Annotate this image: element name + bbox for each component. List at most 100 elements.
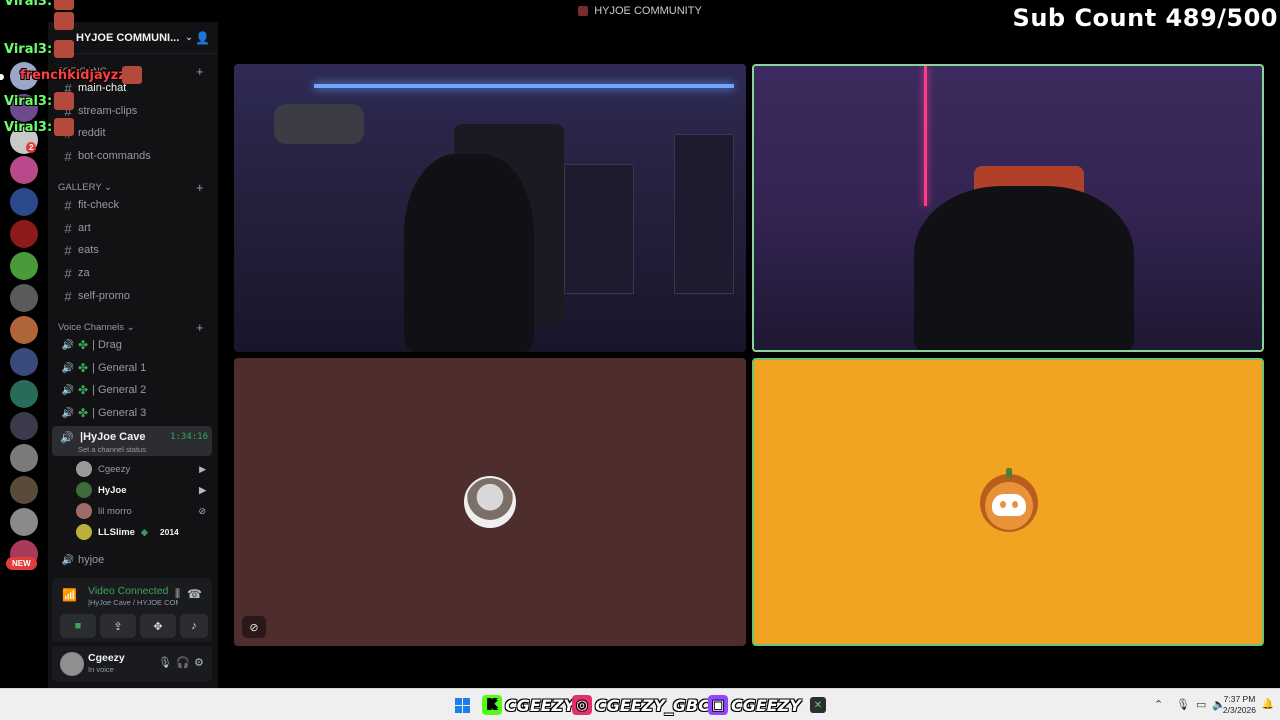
- video-tile-llslime[interactable]: [752, 358, 1264, 646]
- video-tile-hyjoe[interactable]: [234, 64, 746, 352]
- voice-user[interactable]: Cgeezy ▶: [76, 459, 210, 479]
- channel-label: eats: [78, 244, 99, 256]
- category-voice-channels[interactable]: Voice Channels ⌄ +: [58, 320, 204, 335]
- camera-icon: ▶: [199, 484, 206, 495]
- voice-channel-general-2[interactable]: 🔊 ✤ | General 2: [60, 380, 210, 400]
- terminal-app-icon[interactable]: ✕: [810, 697, 826, 713]
- channel-bot-commands[interactable]: # bot-commands: [60, 146, 210, 166]
- chat-line: Viral3:: [4, 120, 53, 135]
- channel-label: | General 3: [92, 407, 147, 419]
- user-name: Cgeezy: [88, 652, 125, 664]
- channel-art[interactable]: # art: [60, 218, 210, 238]
- video-tile-cgeezy[interactable]: [752, 64, 1264, 352]
- channel-stream-clips[interactable]: # stream-clips: [60, 101, 210, 121]
- server-icon[interactable]: [10, 476, 38, 504]
- clover-icon: ✤: [78, 406, 89, 420]
- camera-icon: ▶: [199, 463, 206, 474]
- pumpkin-stem-icon: [1006, 468, 1012, 478]
- gear-icon[interactable]: ⚙: [194, 656, 204, 669]
- windows-taskbar: K CGEEZY ◎ CGEEZY_GBC ▣ CGEEZY ✕ ⌃ 🎙 ▭ 🔈…: [0, 688, 1280, 720]
- person-shape: [914, 186, 1134, 350]
- eye-shape: [1012, 501, 1018, 508]
- server-icon[interactable]: [10, 284, 38, 312]
- server-icon[interactable]: [10, 156, 38, 184]
- voice-channel-active[interactable]: 🔊 |HyJoe Cave 1:34:16 Set a channel stat…: [52, 426, 212, 456]
- channel-za[interactable]: # za: [60, 263, 210, 283]
- voice-user[interactable]: LLSlime ◈ 2014: [76, 522, 210, 542]
- invite-people-icon[interactable]: 👤: [195, 31, 210, 45]
- create-channel-icon[interactable]: +: [196, 180, 204, 195]
- server-icon[interactable]: [10, 508, 38, 536]
- create-channel-icon[interactable]: +: [196, 320, 204, 335]
- hash-icon: #: [64, 148, 72, 164]
- server-icon[interactable]: [10, 348, 38, 376]
- hash-icon: #: [64, 265, 72, 281]
- network-icon[interactable]: ▭: [1196, 698, 1206, 711]
- channel-self-promo[interactable]: # self-promo: [60, 286, 210, 306]
- clock-time: 7:37 PM: [1223, 694, 1256, 704]
- emote-icon: [54, 92, 74, 110]
- voice-user-name: HyJoe: [98, 484, 127, 496]
- voice-channel-general-3[interactable]: 🔊 ✤ | General 3: [60, 403, 210, 423]
- server-icon[interactable]: [10, 252, 38, 280]
- channel-label: stream-clips: [78, 105, 138, 117]
- clover-icon: ✤: [78, 338, 89, 352]
- voice-user[interactable]: lil morro ⊘: [76, 501, 210, 521]
- emote-icon: [54, 0, 74, 10]
- user-tag: 2014: [159, 527, 179, 537]
- emote-icon: [54, 12, 74, 30]
- microphone-icon[interactable]: 🎙: [158, 656, 172, 669]
- server-icon[interactable]: [10, 380, 38, 408]
- voice-user[interactable]: HyJoe ▶: [76, 480, 210, 500]
- server-icon[interactable]: [10, 316, 38, 344]
- avatar[interactable]: [60, 652, 84, 676]
- create-channel-icon[interactable]: +: [196, 64, 204, 79]
- hash-icon: #: [64, 197, 72, 213]
- app-root: HYJOE COMMUNITY 2 NEW HYJOE COMMUNI... ⌄…: [0, 0, 1280, 720]
- emote-icon: [54, 118, 74, 136]
- camera-button[interactable]: ■: [60, 614, 96, 638]
- channel-reddit[interactable]: # reddit: [60, 123, 210, 143]
- speaker-icon: 🔊: [61, 339, 75, 351]
- server-icon[interactable]: [10, 188, 38, 216]
- avatar: [76, 482, 92, 498]
- voice-channel-drag[interactable]: 🔊 ✤ | Drag: [60, 335, 210, 355]
- server-name: HYJOE COMMUNI...: [76, 31, 180, 44]
- windows-start-icon[interactable]: [455, 698, 470, 713]
- headphones-icon[interactable]: 🎧: [176, 656, 190, 669]
- speaker-icon: 🔊: [61, 384, 75, 396]
- voice-location[interactable]: |HyJoe Cave / HYJOE COM...: [88, 598, 178, 607]
- server-icon[interactable]: [10, 444, 38, 472]
- hash-icon: #: [64, 220, 72, 236]
- avatar: [980, 468, 1038, 532]
- chat-line: frenchkidjayzz:: [20, 68, 132, 83]
- activities-button[interactable]: ✥: [140, 614, 176, 638]
- system-clock[interactable]: 7:37 PM 2/3/2026: [1223, 694, 1256, 716]
- channel-fit-check[interactable]: # fit-check: [60, 195, 210, 215]
- channel-status-prompt[interactable]: Set a channel status: [78, 445, 146, 454]
- soundboard-button[interactable]: ♪: [180, 614, 208, 638]
- voice-channel-hyjoe[interactable]: 🔊 hyjoe: [60, 550, 210, 570]
- video-tile-lil-morro[interactable]: ⊘: [234, 358, 746, 646]
- emote-icon: [122, 66, 142, 84]
- voice-channel-general-1[interactable]: 🔊 ✤ | General 1: [60, 358, 210, 378]
- microphone-tray-icon[interactable]: 🎙: [1176, 698, 1190, 711]
- disconnect-icon[interactable]: ☎: [187, 587, 202, 601]
- user-panel: Cgeezy In voice 🎙 🎧 ⚙: [52, 646, 212, 682]
- channel-label: fit-check: [78, 199, 119, 211]
- voice-user-name: LLSlime: [98, 526, 135, 538]
- category-gallery[interactable]: GALLERY ⌄ +: [58, 180, 204, 195]
- channel-label: art: [78, 222, 91, 234]
- server-icon[interactable]: [10, 412, 38, 440]
- server-icon[interactable]: [10, 220, 38, 248]
- notification-icon[interactable]: 🔔: [1262, 699, 1274, 710]
- social-kick: K CGEEZY: [482, 694, 575, 716]
- new-badge: NEW: [6, 557, 37, 570]
- category-label: Voice Channels: [58, 322, 125, 333]
- voice-user-name: Cgeezy: [98, 463, 131, 475]
- screen-share-button[interactable]: ⇪: [100, 614, 136, 638]
- chevron-up-icon[interactable]: ⌃: [1154, 698, 1163, 711]
- channel-label: hyjoe: [78, 554, 105, 566]
- noise-suppression-icon[interactable]: ⫼: [175, 588, 180, 601]
- channel-eats[interactable]: # eats: [60, 240, 210, 260]
